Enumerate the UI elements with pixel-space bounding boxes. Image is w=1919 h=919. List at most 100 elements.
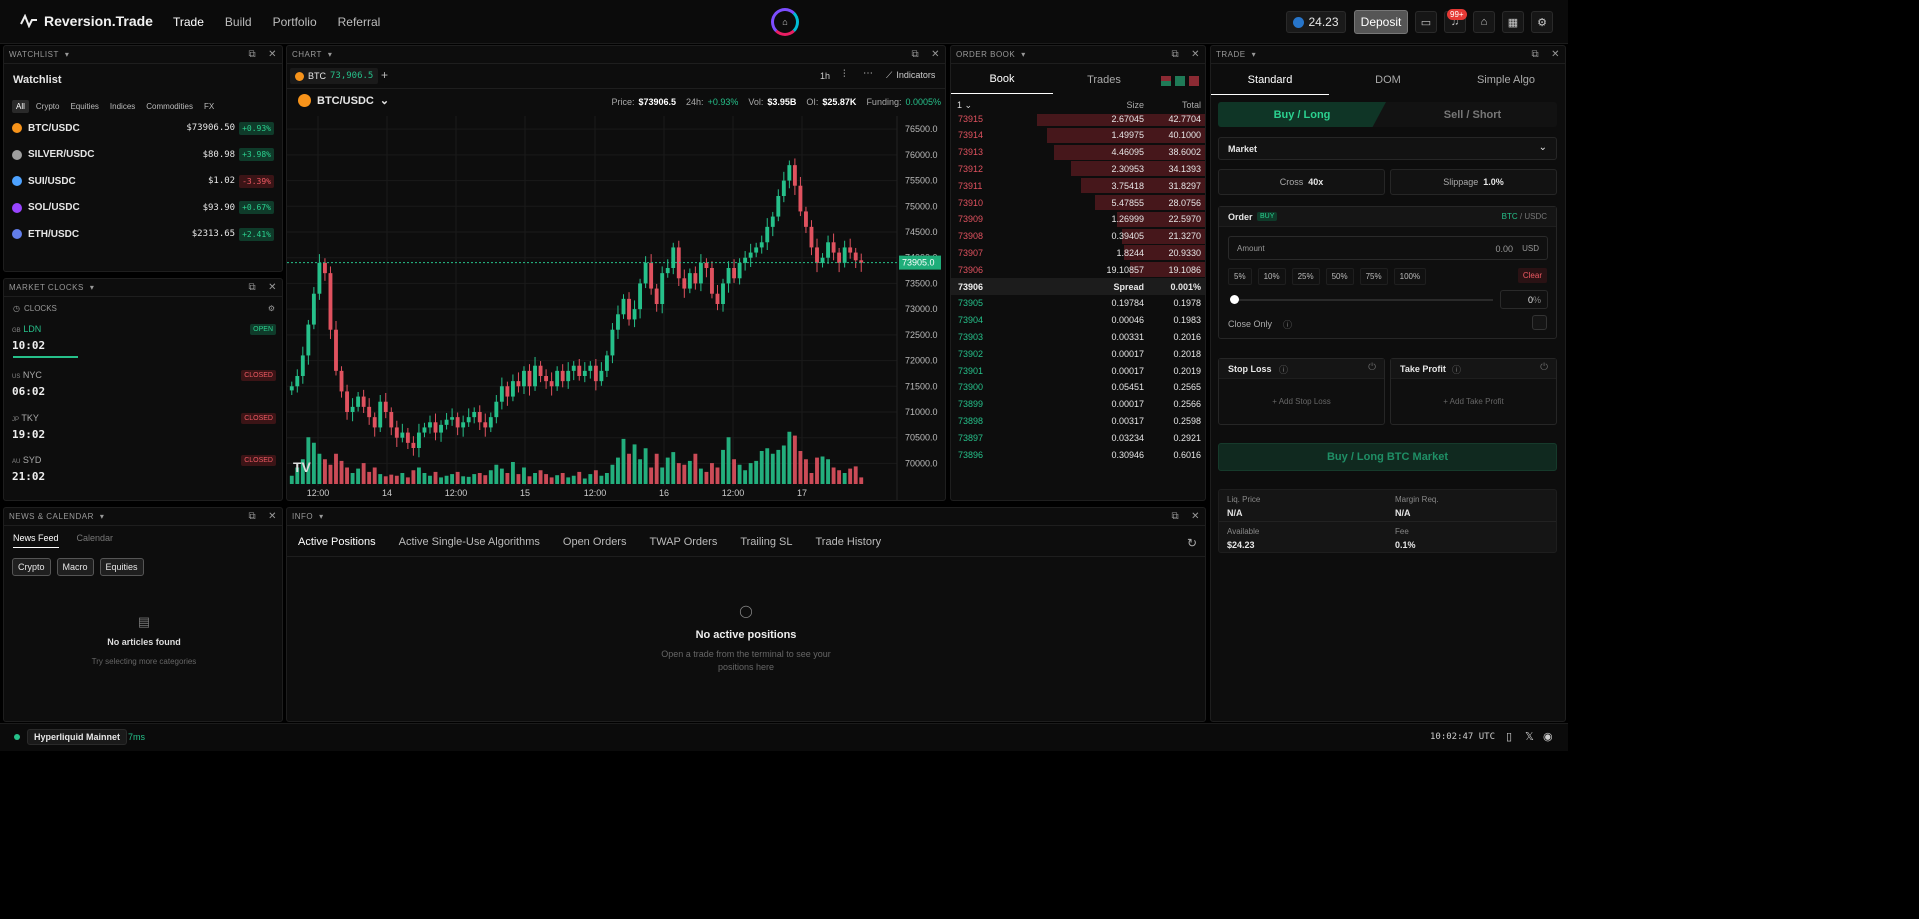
ask-row[interactable]: 73908 0.39405 21.3270 <box>951 228 1205 245</box>
bid-row[interactable]: 73905 0.19784 0.1978 <box>951 295 1205 312</box>
close-only-checkbox[interactable] <box>1532 315 1547 330</box>
ask-row[interactable]: 73912 2.30953 34.1393 <box>951 160 1205 177</box>
pct-10[interactable]: 10% <box>1257 268 1286 285</box>
filter-commodities[interactable]: Commodities <box>142 100 197 113</box>
tab-trades[interactable]: Trades <box>1053 65 1155 94</box>
balance-display[interactable]: 24.23 <box>1286 11 1346 33</box>
popout-icon[interactable]: ⧉ <box>911 49 919 60</box>
close-icon[interactable]: ✕ <box>931 49 940 60</box>
tab-calendar[interactable]: Calendar <box>77 533 114 548</box>
indicators-button[interactable]: ⟋ Indicators <box>886 70 935 81</box>
chevron-down-icon[interactable]: ▾ <box>1252 50 1257 59</box>
watchlist-row[interactable]: SUI/USDC $1.02 -3.39% <box>12 170 274 192</box>
sell-short-button[interactable]: Sell / Short <box>1388 102 1557 127</box>
chevron-down-icon[interactable]: ▾ <box>1021 50 1026 59</box>
mode-standard[interactable]: Standard <box>1211 65 1329 95</box>
ask-row[interactable]: 73911 3.75418 31.8297 <box>951 177 1205 194</box>
amount-input[interactable]: Amount 0.00 USD <box>1228 236 1548 260</box>
asks-only-icon[interactable] <box>1189 76 1199 86</box>
bid-row[interactable]: 73904 0.00046 0.1983 <box>951 312 1205 329</box>
popout-icon[interactable]: ⧉ <box>248 282 256 293</box>
popout-icon[interactable]: ⧉ <box>1531 49 1539 60</box>
candles-icon[interactable]: ⫶ <box>843 69 846 80</box>
pct-100[interactable]: 100% <box>1393 268 1427 285</box>
bid-row[interactable]: 73903 0.00331 0.2016 <box>951 328 1205 345</box>
filter-fx[interactable]: FX <box>200 100 218 113</box>
gear-icon[interactable]: ⚙ <box>268 304 275 313</box>
pct-25[interactable]: 25% <box>1291 268 1320 285</box>
popout-icon[interactable]: ⧉ <box>248 511 256 522</box>
filter-all[interactable]: All <box>12 100 29 113</box>
ask-row[interactable]: 73913 4.46095 38.6002 <box>951 144 1205 161</box>
chevron-down-icon[interactable]: ▾ <box>90 283 95 292</box>
book-view-toggles[interactable] <box>1161 76 1199 86</box>
tab-open-orders[interactable]: Open Orders <box>563 536 627 557</box>
pct-50[interactable]: 50% <box>1325 268 1354 285</box>
bid-row[interactable]: 73902 0.00017 0.2018 <box>951 345 1205 362</box>
ask-row[interactable]: 73907 1.8244 20.9330 <box>951 244 1205 261</box>
tab-trade-history[interactable]: Trade History <box>816 536 882 557</box>
chevron-down-icon[interactable]: ▾ <box>319 512 324 521</box>
ask-row[interactable]: 73906 19.10857 19.1086 <box>951 261 1205 278</box>
tab-book[interactable]: Book <box>951 65 1053 94</box>
close-icon[interactable]: ✕ <box>268 49 277 60</box>
slippage-button[interactable]: Slippage 1.0% <box>1390 169 1557 195</box>
add-take-profit-button[interactable]: + Add Take Profit <box>1391 397 1556 406</box>
discord-icon[interactable]: ◉ <box>1543 730 1553 743</box>
both-sides-icon[interactable] <box>1161 76 1171 86</box>
tab-trailing-sl[interactable]: Trailing SL <box>740 536 792 557</box>
precision-selector[interactable]: 1 ⌄ <box>957 100 972 111</box>
close-icon[interactable]: ✕ <box>1551 49 1560 60</box>
close-icon[interactable]: ✕ <box>268 511 277 522</box>
tab-active-algorithms[interactable]: Active Single-Use Algorithms <box>399 536 540 557</box>
app-logo[interactable]: Reversion.Trade <box>20 13 153 29</box>
filter-indices[interactable]: Indices <box>106 100 139 113</box>
bid-row[interactable]: 73900 0.05451 0.2565 <box>951 379 1205 396</box>
deposit-button[interactable]: Deposit <box>1354 10 1408 34</box>
pct-5[interactable]: 5% <box>1228 268 1252 285</box>
watchlist-row[interactable]: SILVER/USDC $80.98 +3.98% <box>12 144 274 166</box>
slider-percent-input[interactable]: 0% <box>1500 290 1548 309</box>
filter-equities[interactable]: Equities <box>66 100 102 113</box>
category-equities[interactable]: Equities <box>99 558 144 576</box>
add-stop-loss-button[interactable]: + Add Stop Loss <box>1219 397 1384 406</box>
brand-emblem-icon[interactable]: ⌂ <box>771 8 799 36</box>
category-crypto[interactable]: Crypto <box>12 558 51 576</box>
popout-icon[interactable]: ⧉ <box>248 49 256 60</box>
price-chart[interactable]: 76500.076000.075500.075000.074500.074000… <box>287 116 945 500</box>
chart-tab-btc[interactable]: BTC 73,906.5 <box>290 68 379 84</box>
ask-row[interactable]: 73910 5.47855 28.0756 <box>951 194 1205 211</box>
pct-75[interactable]: 75% <box>1359 268 1388 285</box>
learn-icon[interactable]: ⌂ <box>1473 11 1495 33</box>
network-badge[interactable]: Hyperliquid Mainnet <box>27 729 128 745</box>
chevron-down-icon[interactable]: ▾ <box>65 50 70 59</box>
ask-row[interactable]: 73914 1.49975 40.1000 <box>951 127 1205 144</box>
tab-twap-orders[interactable]: TWAP Orders <box>649 536 717 557</box>
buy-long-button[interactable]: Buy / Long <box>1218 102 1386 127</box>
spread-row[interactable]: 73906 Spread 0.001% <box>951 278 1205 295</box>
docs-icon[interactable]: ▯ <box>1506 730 1512 743</box>
watchlist-row[interactable]: SOL/USDC $93.90 +0.67% <box>12 197 274 219</box>
power-toggle-icon[interactable]: ⏻ <box>1368 362 1376 373</box>
bid-row[interactable]: 73899 0.00017 0.2566 <box>951 396 1205 413</box>
chevron-down-icon[interactable]: ▾ <box>328 50 333 59</box>
pair-selector[interactable]: BTC/USDC ⌄ <box>298 94 389 107</box>
more-icon[interactable]: ⋯ <box>863 68 873 79</box>
mode-dom[interactable]: DOM <box>1329 65 1447 95</box>
refresh-icon[interactable]: ↻ <box>1187 536 1197 550</box>
nav-trade[interactable]: Trade <box>173 15 204 29</box>
settings-gear-icon[interactable]: ⚙ <box>1531 11 1553 33</box>
submit-order-button[interactable]: Buy / Long BTC Market <box>1218 443 1557 471</box>
ask-row[interactable]: 73909 1.26999 22.5970 <box>951 211 1205 228</box>
chevron-down-icon[interactable]: ▾ <box>100 512 105 521</box>
mode-simple-algo[interactable]: Simple Algo <box>1447 65 1565 95</box>
add-tab-icon[interactable]: + <box>381 68 388 82</box>
ask-row[interactable]: 73915 2.67045 42.7704 <box>951 114 1205 127</box>
nav-referral[interactable]: Referral <box>338 15 381 29</box>
bid-row[interactable]: 73898 0.00317 0.2598 <box>951 412 1205 429</box>
close-icon[interactable]: ✕ <box>1191 511 1200 522</box>
close-icon[interactable]: ✕ <box>268 282 277 293</box>
order-type-select[interactable]: Market ⌄ <box>1218 137 1557 160</box>
timeframe-selector[interactable]: 1h <box>820 71 830 81</box>
bid-row[interactable]: 73897 0.03234 0.2921 <box>951 429 1205 446</box>
